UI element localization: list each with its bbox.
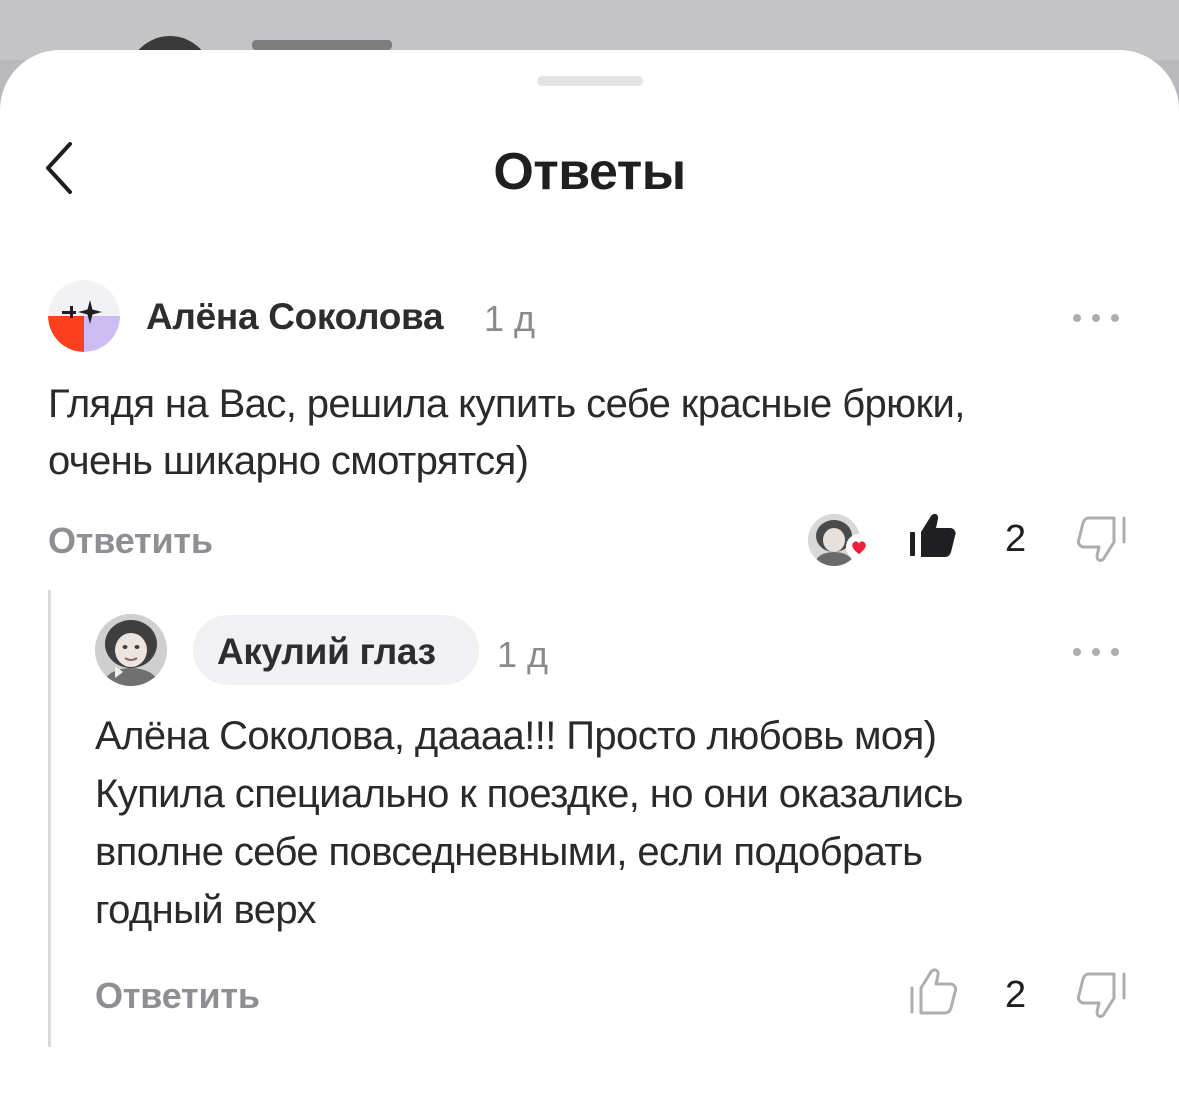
thumbs-down-icon — [1076, 972, 1126, 1018]
author-name[interactable]: Акулий глаз — [217, 631, 436, 673]
comment-time: 1 д — [497, 634, 549, 675]
comment-text-line: годный верх — [95, 888, 317, 932]
comment-text-line: Купила специально к поездке, но они оказ… — [95, 772, 964, 816]
comment-time: 1 д — [484, 298, 536, 339]
reply-button[interactable]: Ответить — [48, 520, 213, 562]
user-avatar-logo — [48, 280, 120, 352]
comment-text-line: Глядя на Вас, решила купить себе красные… — [48, 382, 965, 426]
user-photo — [95, 614, 167, 686]
avatar[interactable] — [48, 280, 120, 352]
dislike-button[interactable] — [1072, 512, 1128, 568]
sheet-grabber[interactable] — [537, 76, 643, 86]
comment-text-line: Алёна Соколова, даааа!!! Просто любовь м… — [95, 714, 937, 758]
like-count: 2 — [1005, 518, 1027, 560]
like-count: 2 — [1005, 974, 1027, 1016]
heart-icon — [846, 534, 872, 560]
sheet-title: Ответы — [493, 143, 686, 201]
thumbs-up-icon — [910, 968, 958, 1015]
comment-text-line: вполне себе повседневными, если подобрат… — [95, 830, 923, 874]
like-button[interactable] — [906, 964, 962, 1020]
comment-text-line: очень шикарно смотрятся) — [48, 439, 529, 483]
more-options-button[interactable] — [1071, 308, 1121, 328]
like-button[interactable] — [906, 508, 962, 564]
reply-button[interactable]: Ответить — [95, 975, 260, 1017]
avatar[interactable] — [95, 614, 167, 686]
dislike-button[interactable] — [1072, 968, 1128, 1024]
thumbs-down-icon — [1076, 516, 1126, 562]
thumbs-up-icon — [910, 513, 956, 557]
author-name[interactable]: Алёна Соколова — [146, 296, 444, 338]
replies-sheet: Ответы Алёна Соколова 1 д Глядя на Вас, … — [0, 50, 1179, 1119]
thread-line — [48, 590, 51, 1047]
more-options-button[interactable] — [1071, 642, 1121, 662]
background-text — [252, 40, 392, 50]
